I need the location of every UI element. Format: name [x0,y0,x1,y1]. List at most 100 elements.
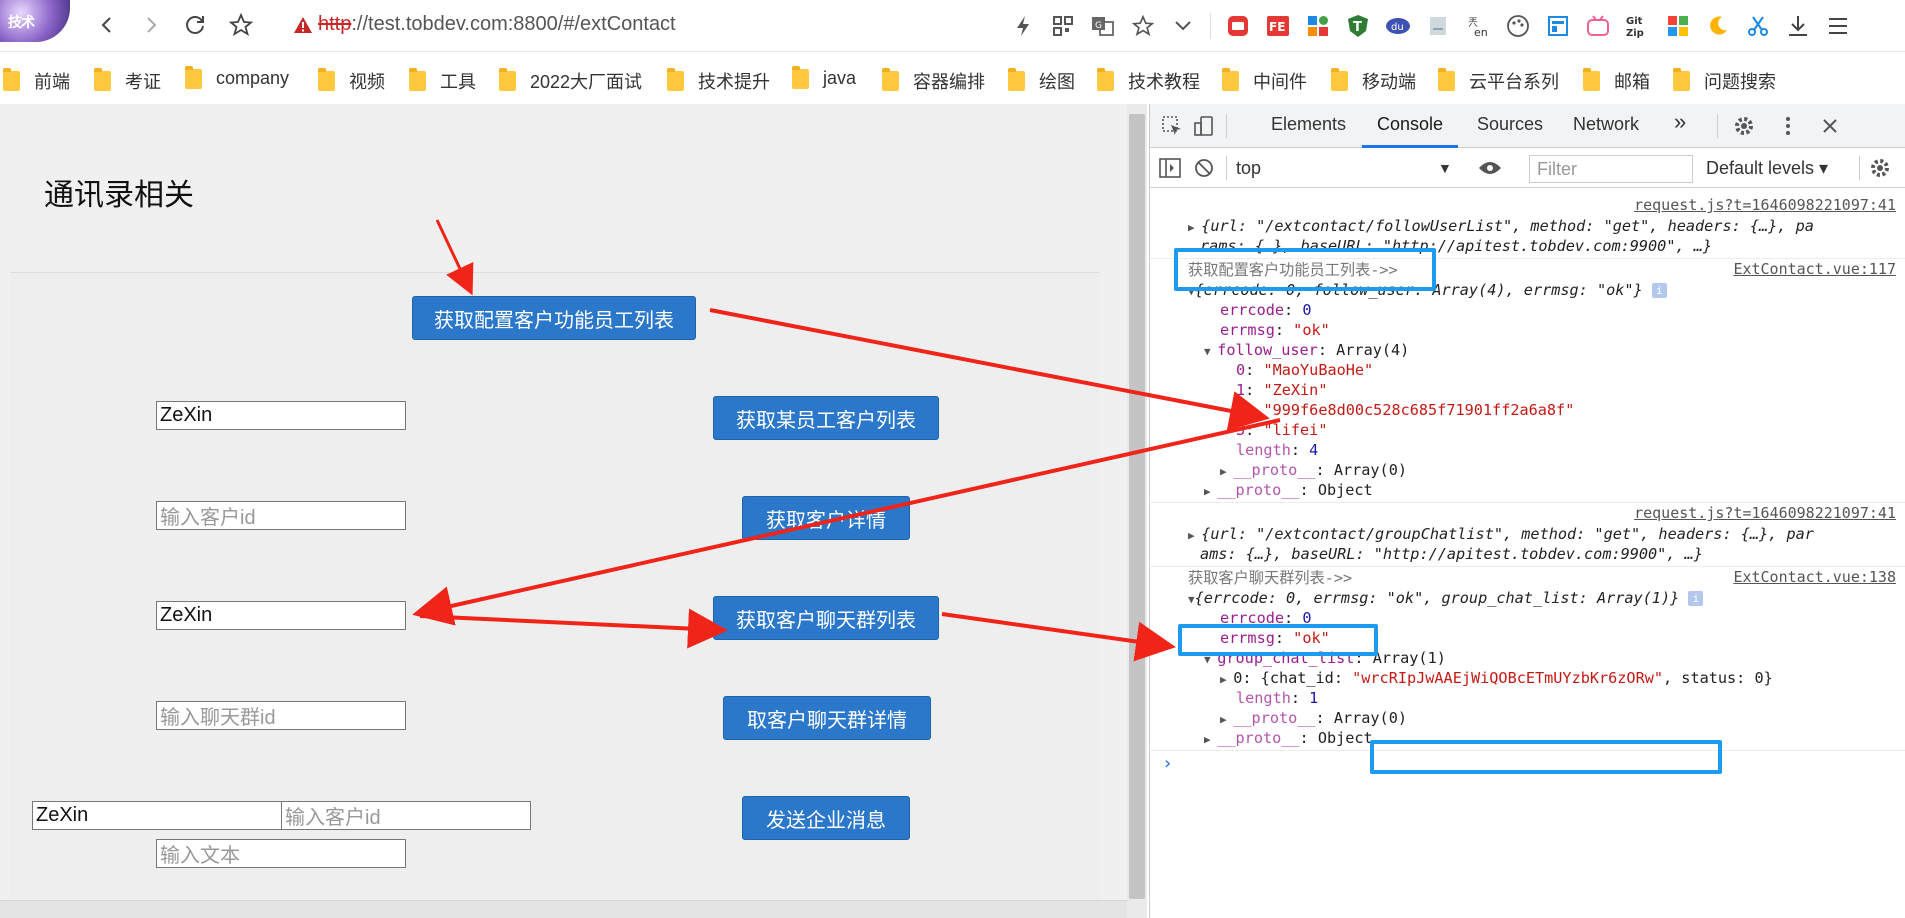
info-icon[interactable]: i [1651,283,1667,298]
tab-elements[interactable]: Elements [1271,114,1346,135]
tab-console[interactable]: Console [1377,114,1443,135]
tab-network[interactable]: Network [1573,114,1639,135]
windows-icon[interactable] [1665,13,1691,39]
log-levels-dropdown[interactable]: Default levels ▾ [1706,158,1828,179]
source-link[interactable]: request.js?t=1646098221097:41 [1634,504,1896,522]
get-group-chat-list-button[interactable]: 获取客户聊天群列表 [713,596,939,640]
insecure-warning-icon[interactable] [292,14,314,36]
folder-icon [409,68,426,91]
sidebar-toggle-icon[interactable] [1158,156,1182,180]
en-icon[interactable]: 兲 en [1465,13,1491,39]
get-customer-detail-button[interactable]: 获取客户详情 [742,496,910,540]
prop-follow-user[interactable]: ▼ follow_user: Array(4) [1204,340,1409,362]
red-app-icon[interactable] [1225,13,1251,39]
message-text-input[interactable]: 输入文本 [156,839,406,868]
settings-gear-icon[interactable] [1732,114,1756,138]
back-button[interactable] [92,10,122,40]
reload-icon [186,16,204,34]
tab-sources[interactable]: Sources [1477,114,1543,135]
bookmark-folder[interactable]: java [792,65,856,89]
clear-console-icon[interactable] [1192,156,1216,180]
forward-button[interactable] [136,10,166,40]
prop-proto-array[interactable]: ▶ __proto__: Array(0) [1220,460,1407,482]
console-settings-gear-icon[interactable] [1868,156,1892,180]
group-chat-item[interactable]: ▶ 0: {chat_id: "wrcRIpJwAAEjWiQOBcETmUYz… [1220,668,1773,690]
send-enterprise-message-button[interactable]: 发送企业消息 [742,796,910,840]
bookmark-folder[interactable]: company [185,65,289,89]
folder-icon [667,68,684,91]
bookmark-folder[interactable]: 视频 [318,68,385,94]
prop-proto-object[interactable]: ▶ __proto__: Object [1204,728,1373,750]
log-object-group-chat-list[interactable]: ▼{errcode: 0, errmsg: "ok", group_chat_l… [1188,588,1704,610]
get-customer-list-button[interactable]: 获取某员工客户列表 [713,396,939,440]
source-link[interactable]: ExtContact.vue:138 [1733,568,1896,586]
console-filter-input[interactable]: Filter [1529,155,1693,183]
bookmark-folder[interactable]: 邮箱 [1583,68,1650,94]
customer-id-input[interactable]: 输入客户id [156,501,406,530]
apps-icon[interactable] [1305,13,1331,39]
chevron-down-icon[interactable] [1170,13,1196,39]
inspect-element-icon[interactable] [1160,114,1184,138]
log-entry-request1-line1[interactable]: ▶ {url: "/extcontact/followUserList", me… [1188,216,1814,238]
group-owner-input[interactable]: ZeXin [156,601,406,630]
bookmark-folder[interactable]: 移动端 [1331,68,1416,94]
bilibili-icon[interactable] [1585,13,1611,39]
user-id-input[interactable]: ZeXin [156,401,406,430]
moon-icon[interactable] [1705,13,1731,39]
bookmark-folder[interactable]: 绘图 [1008,68,1075,94]
bookmark-folder[interactable]: 技术提升 [667,68,770,94]
log-entry-request2-line1[interactable]: ▶ {url: "/extcontact/groupChatlist", met… [1188,524,1814,546]
shield-icon[interactable]: T [1345,13,1371,39]
menu-icon[interactable] [1825,13,1851,39]
bookmark-folder[interactable]: 考证 [94,68,161,94]
context-dropdown-icon[interactable]: ▼ [1438,160,1452,176]
gitzip-icon[interactable]: Git Zip [1625,13,1651,39]
get-group-chat-detail-button[interactable]: 取客户聊天群详情 [723,696,931,740]
star-icon[interactable] [1130,13,1156,39]
prop-proto-object[interactable]: ▶ __proto__: Object [1204,480,1373,502]
palette-icon[interactable] [1505,13,1531,39]
context-selector[interactable]: top [1236,158,1261,179]
bookmark-folder[interactable]: 技术教程 [1097,68,1200,94]
fe-icon[interactable]: FE [1265,13,1291,39]
close-devtools-icon[interactable] [1818,114,1842,138]
live-expression-eye-icon[interactable] [1478,156,1502,180]
info-icon[interactable]: i [1688,591,1704,606]
doc-icon[interactable] [1425,13,1451,39]
bookmark-folder[interactable]: 云平台系列 [1438,68,1559,94]
expand-arrow-icon[interactable]: ▶ [1188,221,1201,234]
source-link[interactable]: ExtContact.vue:117 [1733,260,1896,278]
bookmark-folder[interactable]: 工具 [409,68,476,94]
lightning-icon[interactable] [1010,13,1036,39]
bookmarks-bar: 前端 考证 company 视频 工具 2022大厂面试 技术提升 java 容… [0,62,1905,98]
address-bar[interactable]: http://test.tobdev.com:8800/#/extContact [318,13,676,36]
reload-button[interactable] [180,10,210,40]
prop-proto-array[interactable]: ▶ __proto__: Array(0) [1220,708,1407,730]
calendar-icon[interactable] [1545,13,1571,39]
translate-icon[interactable]: G [1090,13,1116,39]
device-toolbar-icon[interactable] [1192,114,1216,138]
scrollbar-thumb[interactable] [1129,114,1145,899]
bookmark-folder[interactable]: 容器编排 [882,68,985,94]
bookmark-folder[interactable]: 问题搜索 [1673,68,1776,94]
bookmark-star-button[interactable] [226,10,256,40]
bookmark-folder[interactable]: 中间件 [1222,68,1307,94]
collapse-arrow-icon: ▼ [1204,345,1218,358]
get-follow-user-list-button[interactable]: 获取配置客户功能员工列表 [412,296,696,340]
more-options-icon[interactable] [1776,114,1800,138]
page-scrollbar[interactable] [1127,104,1147,918]
group-chat-id-input[interactable]: 输入聊天群id [156,701,406,730]
console-prompt[interactable]: › [1162,754,1173,774]
message-customer-id-input[interactable]: 输入客户id [281,801,531,830]
du-icon[interactable]: du [1385,13,1411,39]
qr-icon[interactable] [1050,13,1076,39]
source-link[interactable]: request.js?t=1646098221097:41 [1634,196,1896,214]
scissors-icon[interactable] [1745,13,1771,39]
profile-avatar[interactable]: 技术 [0,0,70,42]
page-horizontal-scrollbar[interactable] [0,900,1127,918]
download-icon[interactable] [1785,13,1811,39]
bookmark-folder[interactable]: 前端 [3,68,70,94]
bookmark-folder[interactable]: 2022大厂面试 [499,68,642,94]
message-sender-input[interactable]: ZeXin [32,801,282,830]
more-tabs-button[interactable]: » [1674,109,1686,135]
